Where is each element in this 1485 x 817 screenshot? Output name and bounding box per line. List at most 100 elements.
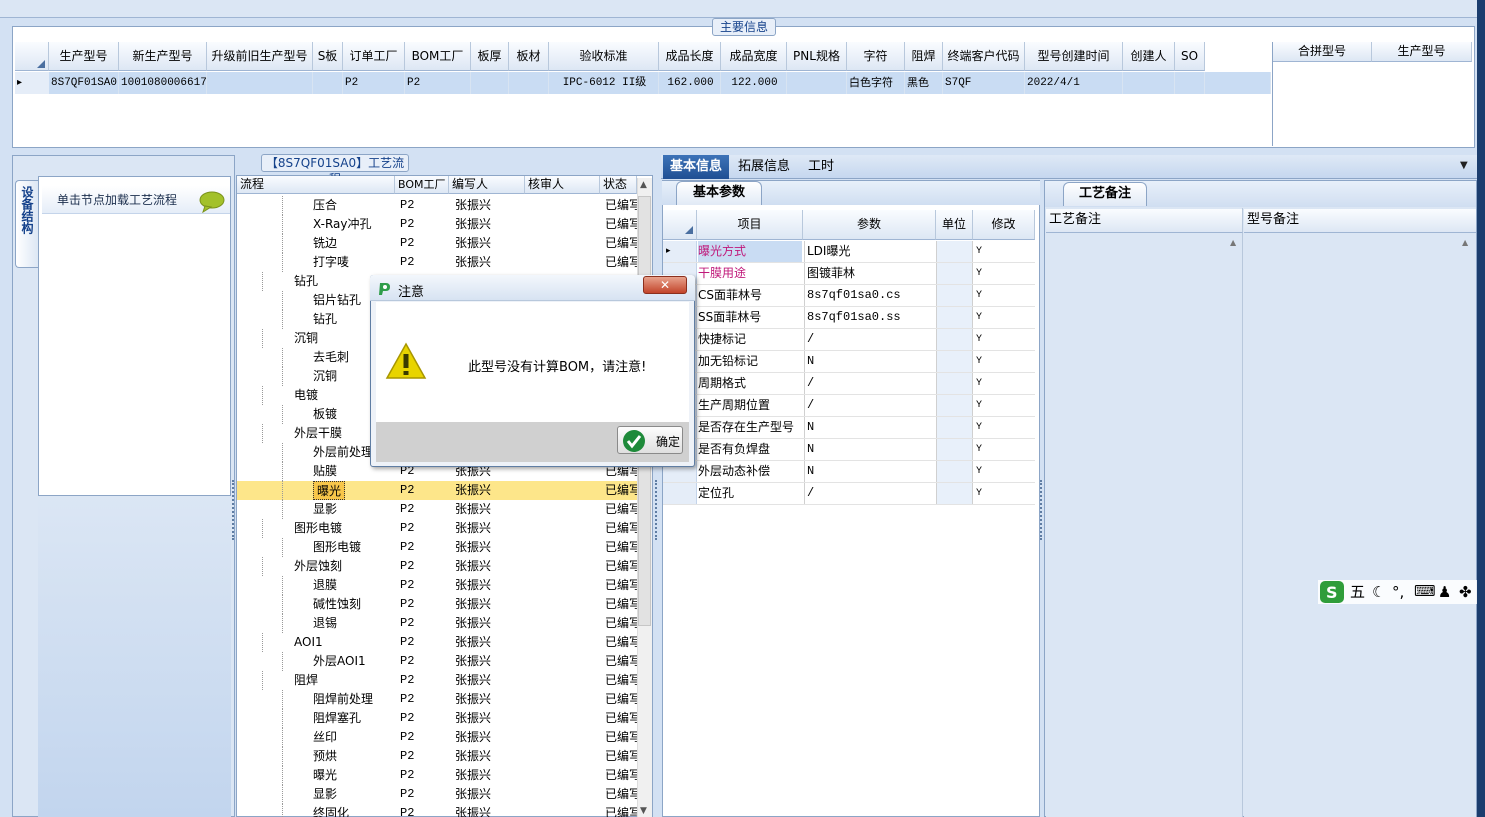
param-value[interactable]: /	[804, 373, 934, 394]
param-unit[interactable]	[936, 395, 973, 416]
main-col-header[interactable]: 板材	[509, 42, 549, 71]
tab-basic-info[interactable]: 基本信息	[663, 155, 729, 179]
main-col-header[interactable]: PNL规格	[787, 42, 847, 71]
main-col-header[interactable]: 升级前旧生产型号	[207, 42, 313, 71]
param-unit[interactable]	[936, 439, 973, 460]
flow-col-header-process[interactable]: 流程	[237, 176, 395, 194]
flow-col-header-writer[interactable]: 编写人	[449, 176, 525, 194]
main-col-header[interactable]: 验收标准	[549, 42, 659, 71]
main-row-cell[interactable]: P2	[405, 72, 471, 94]
flow-col-header-bom[interactable]: BOM工厂	[395, 176, 449, 194]
param-modify[interactable]: Y	[976, 307, 1031, 328]
dialog-ok-button[interactable]: 确定	[617, 426, 683, 454]
tab-extended-info[interactable]: 拓展信息	[733, 155, 795, 179]
tree-row[interactable]: 压合 P2 张振兴 已编写	[237, 196, 637, 215]
main-col-header[interactable]: 成品宽度	[721, 42, 787, 71]
main-row-cell[interactable]	[471, 72, 509, 94]
param-modify[interactable]: Y	[976, 483, 1031, 504]
user-icon[interactable]: ♟	[1438, 580, 1451, 604]
param-modify[interactable]: Y	[976, 461, 1031, 482]
params-col-header-value[interactable]: 参数	[803, 210, 936, 240]
scroll-down-icon[interactable]: ▼	[640, 806, 647, 816]
main-row-cell[interactable]	[787, 72, 847, 94]
scroll-up-icon[interactable]: ▲	[640, 180, 647, 190]
tab-work-hours[interactable]: 工时	[802, 155, 840, 179]
main-row-cell[interactable]: 122.000	[721, 72, 787, 94]
param-modify[interactable]: Y	[976, 395, 1031, 416]
tabs-dropdown-icon[interactable]: ▼	[1460, 160, 1468, 171]
param-modify[interactable]: Y	[976, 373, 1031, 394]
side-col-header-prod[interactable]: 生产型号	[1372, 42, 1472, 62]
param-row[interactable]: 生产周期位置 / Y	[663, 395, 1035, 417]
param-modify[interactable]: Y	[976, 351, 1031, 372]
param-value[interactable]: 8s7qf01sa0.ss	[804, 307, 934, 328]
params-col-header-modify[interactable]: 修改	[973, 210, 1035, 240]
main-row-cell[interactable]: 白色字符	[847, 72, 905, 94]
main-row-cell[interactable]: P2	[343, 72, 405, 94]
main-col-header[interactable]: 字符	[847, 42, 905, 71]
tree-row[interactable]: −图形电镀P2张振兴已编写	[237, 519, 637, 538]
param-unit[interactable]	[936, 483, 973, 504]
param-modify[interactable]: Y	[976, 329, 1031, 350]
process-notes-column[interactable]	[1046, 208, 1243, 817]
tree-row[interactable]: 退锡 P2 张振兴 已编写	[237, 614, 637, 633]
main-row-cell[interactable]: 黑色	[905, 72, 943, 94]
splitter-handle-mid[interactable]	[655, 480, 658, 540]
main-row-cell[interactable]: 10010800066171	[119, 72, 207, 94]
main-row-cell[interactable]: 2022/4/1	[1025, 72, 1123, 94]
tree-row[interactable]: −阻焊P2张振兴已编写	[237, 671, 637, 690]
tree-row[interactable]: 退膜 P2 张振兴 已编写	[237, 576, 637, 595]
param-unit[interactable]	[936, 373, 973, 394]
main-col-header[interactable]: 终端客户代码	[943, 42, 1025, 71]
param-row[interactable]: 加无铅标记 N Y	[663, 351, 1035, 373]
param-row[interactable]: SS面菲林号 8s7qf01sa0.ss Y	[663, 307, 1035, 329]
main-row-cell[interactable]	[207, 72, 313, 94]
tab-basic-params[interactable]: 基本参数	[676, 181, 762, 205]
param-value[interactable]: 图镀菲林	[804, 263, 934, 284]
side-col-header-merge[interactable]: 合拼型号	[1273, 42, 1372, 62]
param-row[interactable]: CS面菲林号 8s7qf01sa0.cs Y	[663, 285, 1035, 307]
main-col-header[interactable]: S板	[313, 42, 343, 71]
notes1-scroll-up-icon[interactable]: ▲	[1230, 238, 1236, 247]
param-unit[interactable]	[936, 285, 973, 306]
param-value[interactable]: /	[804, 395, 934, 416]
model-notes-column[interactable]	[1244, 208, 1476, 817]
main-col-header[interactable]: 成品长度	[659, 42, 721, 71]
tree-row[interactable]: 图形电镀 P2 张振兴 已编写	[237, 538, 637, 557]
param-unit[interactable]	[936, 351, 973, 372]
tree-row[interactable]: 外层AOI1 P2 张振兴 已编写	[237, 652, 637, 671]
param-value[interactable]: /	[804, 329, 934, 350]
tree-row[interactable]: 显影 P2 张振兴 已编写	[237, 500, 637, 519]
param-unit[interactable]	[936, 263, 973, 284]
splitter-handle-left[interactable]	[232, 480, 235, 540]
main-row-cell[interactable]: S7QF	[943, 72, 1025, 94]
tree-row[interactable]: 阻焊前处理 P2 张振兴 已编写	[237, 690, 637, 709]
tree-row[interactable]: −外层蚀刻P2张振兴已编写	[237, 557, 637, 576]
tree-row[interactable]: 丝印 P2 张振兴 已编写	[237, 728, 637, 747]
main-col-header[interactable]: 阻焊	[905, 42, 943, 71]
tree-row[interactable]: 显影 P2 张振兴 已编写	[237, 785, 637, 804]
param-row[interactable]: 周期格式 / Y	[663, 373, 1035, 395]
tree-row[interactable]: 曝光 P2 张振兴 已编写	[237, 766, 637, 785]
main-col-header[interactable]: 新生产型号	[119, 42, 207, 71]
param-value[interactable]: N	[804, 417, 934, 438]
param-unit[interactable]	[936, 329, 973, 350]
splitter-handle-right[interactable]	[1040, 480, 1043, 540]
param-modify[interactable]: Y	[976, 241, 1031, 262]
param-unit[interactable]	[936, 241, 973, 262]
param-value[interactable]: N	[804, 351, 934, 372]
params-col-header-item[interactable]: 项目	[697, 210, 803, 240]
param-row[interactable]: 是否存在生产型号 N Y	[663, 417, 1035, 439]
param-modify[interactable]: Y	[976, 439, 1031, 460]
tree-row[interactable]: 终固化 P2 张振兴 已编写	[237, 804, 637, 817]
main-col-header[interactable]: 创建人	[1123, 42, 1175, 71]
param-row[interactable]: 定位孔 / Y	[663, 483, 1035, 505]
tree-row[interactable]: 碱性蚀刻 P2 张振兴 已编写	[237, 595, 637, 614]
ime-toolbar[interactable]: S 五 ☾ °, ⌨ ♟ ✤	[1318, 580, 1477, 604]
apps-icon[interactable]: ✤	[1459, 580, 1472, 604]
horizontal-splitter[interactable]	[0, 148, 1477, 154]
param-row[interactable]: 是否有负焊盘 N Y	[663, 439, 1035, 461]
main-row-cell[interactable]	[1175, 72, 1205, 94]
param-row[interactable]: ▸ 曝光方式 LDI曝光 Y	[663, 241, 1035, 263]
flow-col-header-reviewer[interactable]: 核审人	[525, 176, 600, 194]
